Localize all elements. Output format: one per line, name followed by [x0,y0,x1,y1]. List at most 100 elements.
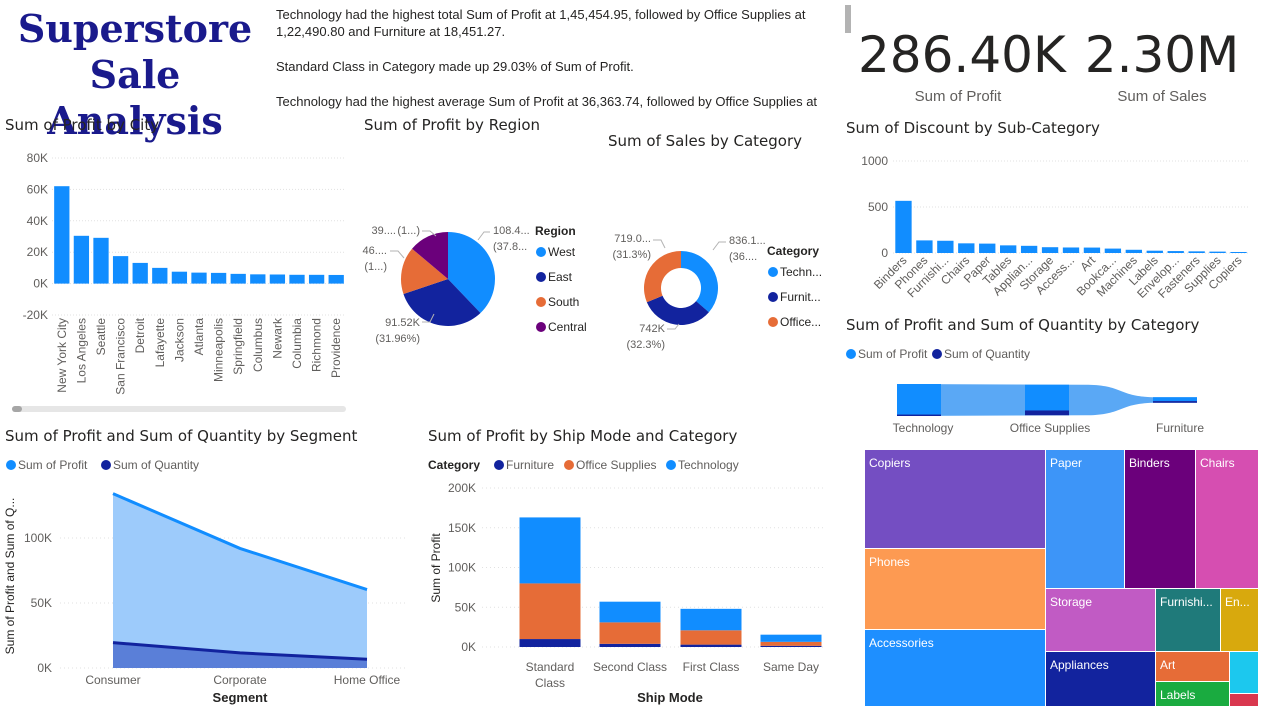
city-xtick-label: San Francisco [114,318,128,395]
treemap-cell-label: Furnishi... [1160,595,1213,609]
city-profit-chart[interactable]: 80K 60K 40K 20K 0K -20K New York City Los Ange… [0,140,360,420]
shipmode-xtick-label: Second Class [593,660,667,674]
pqc-legend-label: Sum of Profit [858,347,928,361]
shipmode-bar-segment [680,644,742,647]
region-legend-label: South [548,295,579,309]
city-bar [152,267,168,284]
city-scrollbar-thumb[interactable] [12,406,22,412]
treemap-cell[interactable]: Storage [1046,589,1155,651]
category-pct-label: (32.3%) [626,339,665,351]
category-data-label: 719.0... [614,233,651,245]
region-pct-label: (31.96%) [375,333,420,345]
subcategory-treemap[interactable]: Copiers Phones Accessories Paper Binders Chai… [865,450,1258,706]
pqc-legend-dot [932,349,942,359]
treemap-cell[interactable]: En... [1221,589,1258,651]
category-legend-dot [768,317,778,327]
city-xtick-label: Columbia [290,318,304,369]
city-bar [171,271,188,284]
treemap-cell-label: Accessories [869,636,934,650]
shipmode-bar-segment [519,639,581,647]
discount-bar [1083,247,1101,253]
segment-ytick-label: 50K [31,596,52,610]
shipmode-ytick-label: 50K [455,600,476,614]
insight-3: Technology had the highest average Sum o… [276,94,818,109]
discount-bar [979,243,996,253]
shipmode-bar-segment [519,517,581,584]
city-ytick-label: 80K [27,151,48,165]
treemap-cell[interactable]: Art [1156,652,1229,681]
city-xtick-label: Atlanta [192,318,206,356]
region-data-label: 91.52K [385,317,421,329]
treemap-cell[interactable]: Binders [1125,450,1195,588]
city-xtick-label: Los Angeles [74,318,88,383]
region-pct-label: (1...) [397,225,420,237]
profit-qty-category-chart[interactable]: Sum of Profit Sum of Quantity Technology O… [845,340,1255,440]
pqc-xtick-label: Office Supplies [1010,421,1091,435]
city-xtick-label: Jackson [172,318,186,362]
treemap-cell-label: Labels [1160,688,1196,702]
kpi-profit-value: 286.40K [858,26,1066,84]
treemap-cell[interactable]: Phones [865,549,1045,629]
segment-legend-dot [6,460,16,470]
smart-narrative: Technology had the highest total Sum of … [276,6,836,110]
category-data-label: 742K [639,323,665,335]
treemap-cell[interactable]: Paper [1046,450,1124,588]
discount-bar [1209,251,1226,253]
discount-bar [958,243,975,253]
discount-bar [937,240,954,253]
region-leader-line [477,231,490,241]
region-legend-title: Region [535,224,576,238]
pqc-profit-bar [1153,397,1197,402]
shipmode-bar-segment [760,641,822,646]
treemap-cell-label: Phones [869,555,910,569]
shipmode-legend-label: Office Supplies [576,458,657,472]
discount-bar [895,200,912,253]
pqc-quantity-bar [897,414,941,416]
segment-area-chart[interactable]: Sum of Profit Sum of Quantity 100K 50K 0K C… [0,450,420,712]
treemap-cell[interactable] [1230,694,1258,706]
treemap-cell[interactable]: Chairs [1196,450,1258,588]
treemap-cell[interactable]: Accessories [865,630,1045,706]
treemap-cell-label: En... [1225,595,1250,609]
pqc-legend-label: Sum of Quantity [944,347,1030,361]
kpi-sales-label: Sum of Sales [1117,88,1207,105]
discount-bar [1125,249,1142,253]
city-xtick-label: Providence [329,318,343,378]
city-bar [250,274,266,284]
city-scrollbar-track[interactable] [12,406,346,412]
treemap-cell[interactable]: Furnishi... [1156,589,1220,651]
shipmode-bar-segment [519,583,581,640]
shipmode-xtick-label: Same Day [763,660,819,674]
treemap-cell[interactable]: Copiers [865,450,1045,548]
city-bar [132,262,148,284]
segment-xtick-label: Home Office [334,673,401,687]
discount-bar-chart[interactable]: 10005000 BindersPhonesFurnishi...ChairsP… [845,145,1255,310]
shipmode-stacked-chart[interactable]: Category Furniture Office Supplies Technolo… [420,450,840,712]
region-legend-dot [536,322,546,332]
shipmode-bar-segment [760,634,822,642]
narrative-scrollbar[interactable] [845,5,851,33]
city-ytick-label: 20K [27,245,48,259]
category-donut-chart[interactable]: 836.1... (36.... 742K (32.3%) 719.0... (31.3%… [605,218,845,368]
shipmode-legend-label: Technology [678,458,739,472]
region-data-label: 108.4... [493,225,530,237]
segment-legend-label: Sum of Quantity [113,458,199,472]
shipmode-bar-segment [599,601,661,623]
treemap-cell[interactable]: Labels [1156,682,1229,706]
city-bar [230,273,246,284]
region-pie-chart[interactable]: 108.4... (37.8... 91.52K (31.96%) 46.... (1..… [360,200,610,360]
region-legend-dot [536,247,546,257]
category-legend-label: Office... [780,315,821,329]
segment-xtick-label: Consumer [85,673,140,687]
report-title-line1: Superstore [17,6,253,51]
treemap-cell-label: Chairs [1200,456,1235,470]
category-legend-label: Furnit... [780,290,821,304]
treemap-cell[interactable]: Appliances [1046,652,1155,706]
shipmode-x-axis-title: Ship Mode [637,690,703,705]
region-data-label: 46.... [363,245,387,257]
treemap-cell[interactable] [1230,652,1258,693]
shipmode-bar-segment [680,608,742,631]
treemap-cell-label: Paper [1050,456,1083,470]
pqc-quantity-bar [1153,401,1197,403]
shipmode-bar-segment [680,630,742,645]
